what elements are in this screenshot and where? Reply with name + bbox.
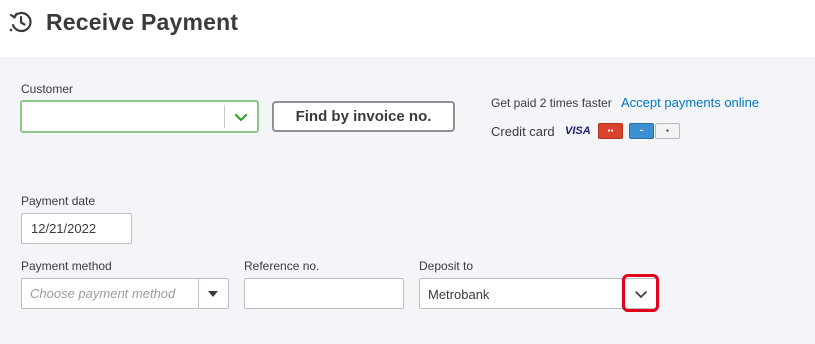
reference-no-label: Reference no. xyxy=(244,259,320,273)
payment-method-label: Payment method xyxy=(21,259,112,273)
deposit-to-value: Metrobank xyxy=(428,287,490,302)
chevron-down-icon[interactable] xyxy=(634,287,648,301)
history-clock-icon xyxy=(9,11,32,33)
promo-text: Get paid 2 times faster xyxy=(491,96,612,110)
payment-method-combobox[interactable] xyxy=(21,278,229,309)
combo-divider xyxy=(198,279,199,308)
accept-payments-online-link[interactable]: Accept payments online xyxy=(621,95,759,110)
customer-combobox[interactable] xyxy=(20,100,259,133)
payment-method-input[interactable] xyxy=(22,279,197,308)
caret-down-icon[interactable] xyxy=(208,291,218,297)
reference-no-input[interactable] xyxy=(244,278,404,309)
deposit-to-combobox[interactable]: Metrobank xyxy=(419,274,659,312)
page-header: Receive Payment xyxy=(0,0,815,57)
payment-date-label: Payment date xyxy=(21,194,96,208)
combo-divider xyxy=(224,105,225,128)
page-title: Receive Payment xyxy=(46,9,239,35)
visa-logo-icon: VISA xyxy=(565,125,591,137)
credit-card-label: Credit card xyxy=(491,124,555,139)
payment-date-input[interactable] xyxy=(21,213,132,244)
customer-label: Customer xyxy=(21,82,74,96)
mastercard-logo-icon: ●● xyxy=(598,123,623,139)
chevron-down-icon[interactable] xyxy=(233,109,249,125)
deposit-to-label: Deposit to xyxy=(419,259,474,273)
find-by-invoice-button[interactable]: Find by invoice no. xyxy=(272,101,455,132)
deposit-to-dropdown-button[interactable] xyxy=(622,274,659,312)
discover-logo-icon: ● xyxy=(655,123,680,139)
amex-logo-icon: ▪▪ xyxy=(629,123,654,139)
